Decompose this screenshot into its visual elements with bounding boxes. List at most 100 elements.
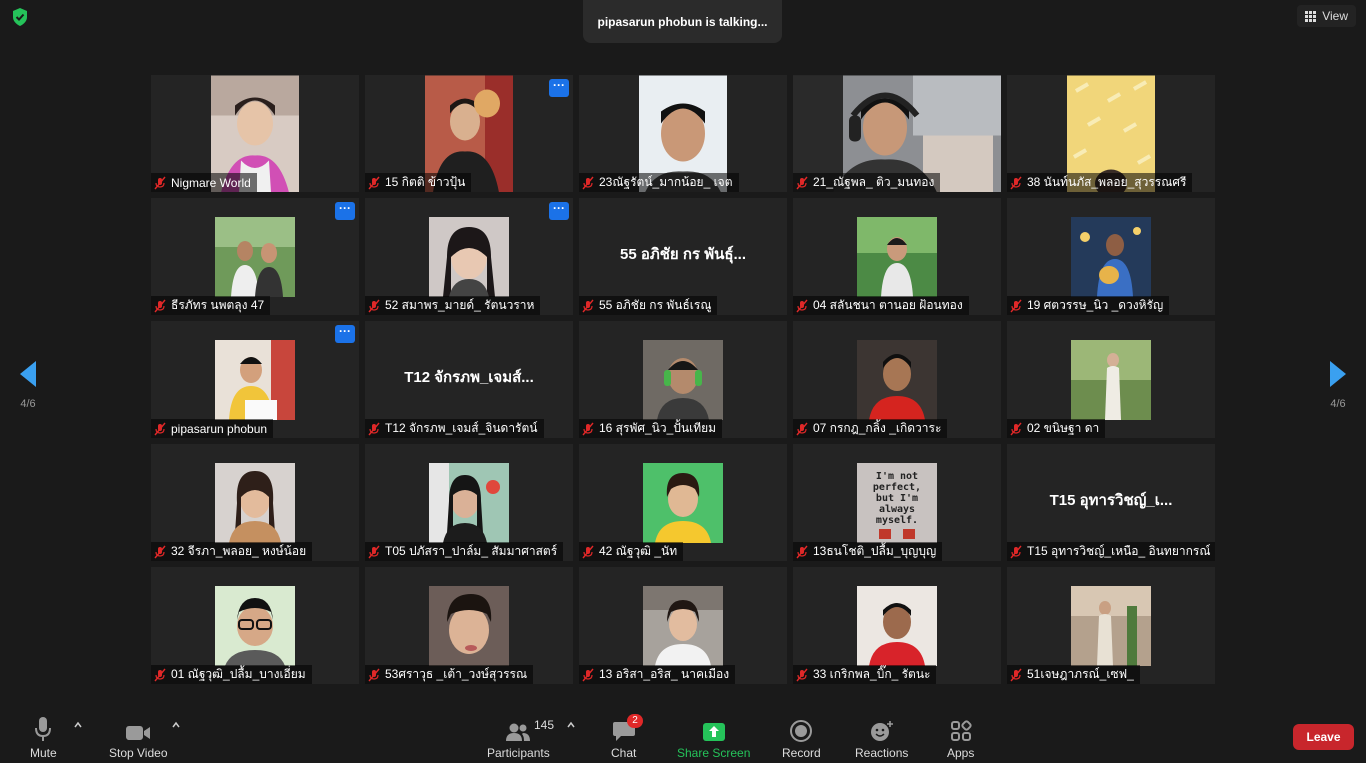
participant-tile[interactable]: 51เจษฎาภรณ์_เซฟ_: [1007, 567, 1215, 684]
video-options-caret-icon[interactable]: [171, 720, 181, 730]
reactions-label: Reactions: [855, 746, 909, 760]
participant-name: T05 ปภัสรา_ปาล์ม_ สัมมาศาสตร์: [385, 544, 558, 558]
mic-muted-icon: [154, 299, 166, 312]
arrow-left-icon: [20, 361, 36, 387]
page-indicator-right: 4/6: [1330, 398, 1346, 410]
participant-tile[interactable]: ··· pipasarun phobun: [151, 321, 359, 438]
mic-muted-icon: [582, 545, 594, 558]
previous-page-button[interactable]: 4/6: [8, 360, 48, 410]
name-bar: 13ธนโชติ_ปลื้ม_บุญบุญ: [793, 542, 943, 561]
reactions-button[interactable]: Reactions: [855, 714, 908, 760]
security-shield-icon[interactable]: [10, 7, 30, 27]
mic-muted-icon: [1010, 299, 1022, 312]
mic-muted-icon: [368, 422, 380, 435]
stop-video-button[interactable]: Stop Video: [109, 714, 168, 760]
participant-tile[interactable]: T15 อุทารวิชญ์_เ... T15 อุทารวิชญ์_เหนือ…: [1007, 444, 1215, 561]
name-bar: 33 เกริกพล_บิ๊ก_ รัตนะ: [793, 665, 937, 684]
participant-tile[interactable]: 16 สุรพัศ_นิว_ปั้นเทียม: [579, 321, 787, 438]
participant-name: 19 ศตวรรษ_นิว _ดวงหิรัญ: [1027, 298, 1164, 312]
participant-video: [215, 339, 295, 420]
mic-muted-icon: [368, 668, 380, 681]
mic-muted-icon: [582, 422, 594, 435]
name-bar: 21_ณัฐพล_ ติว_มนทอง: [793, 173, 941, 192]
page-indicator-left: 4/6: [20, 398, 36, 410]
participant-tile[interactable]: 32 จีรภา_พลอย_ หงษ์น้อย: [151, 444, 359, 561]
participant-tile[interactable]: 38 นันท์นภัส_พลอย_สุวรรณศรี: [1007, 75, 1215, 192]
participant-tile[interactable]: 55 อภิชัย กร พันธุ์... 55 อภิชัย กร พันธ…: [579, 198, 787, 315]
more-options-button[interactable]: ···: [335, 325, 355, 343]
mic-muted-icon: [154, 668, 166, 681]
more-options-button[interactable]: ···: [549, 79, 569, 97]
participant-tile[interactable]: Nigmare World: [151, 75, 359, 192]
participant-video: [1071, 216, 1151, 297]
audio-options-caret-icon[interactable]: [73, 720, 83, 730]
participants-options-caret-icon[interactable]: [566, 720, 576, 730]
name-bar: ธีรภัทร นพตลุง 47: [151, 296, 271, 315]
name-bar: T05 ปภัสรา_ปาล์ม_ สัมมาศาสตร์: [365, 542, 564, 561]
microphone-icon: [35, 717, 52, 741]
participant-video: [857, 585, 937, 666]
next-page-button[interactable]: 4/6: [1318, 360, 1358, 410]
view-button[interactable]: View: [1297, 5, 1356, 27]
participant-name: 23ณัฐรัตน์_มากน้อย_ เจต: [599, 175, 733, 189]
participant-tile[interactable]: ··· ธีรภัทร นพตลุง 47: [151, 198, 359, 315]
participant-tile[interactable]: 42 ณัฐวุฒิ _นัท: [579, 444, 787, 561]
name-bar: 15 กิตติ ข้าวปุ้น: [365, 173, 472, 192]
participants-count: 145: [534, 718, 555, 732]
name-bar: 16 สุรพัศ_นิว_ปั้นเทียม: [579, 419, 723, 438]
participant-tile[interactable]: 33 เกริกพล_บิ๊ก_ รัตนะ: [793, 567, 1001, 684]
more-options-button[interactable]: ···: [549, 202, 569, 220]
participant-display-name: 55 อภิชัย กร พันธุ์...: [620, 246, 746, 263]
stop-video-label: Stop Video: [109, 746, 168, 760]
participant-name: 55 อภิชัย กร พันธ์เรณู: [599, 298, 712, 312]
participant-name: T12 จักรภพ_เจมส์_จินดารัตน์: [385, 421, 538, 435]
gallery-grid: Nigmare World ··· 15 กิตติ ข้าวปุ้น 23ณั…: [151, 75, 1215, 684]
participant-tile[interactable]: 07 กรกฎ_กลิ้ง _เกิดวาระ: [793, 321, 1001, 438]
name-bar: 52 สมาพร_มายด์_ รัตนวราห: [365, 296, 541, 315]
participant-video: [643, 462, 723, 543]
participant-tile[interactable]: T05 ปภัสรา_ปาล์ม_ สัมมาศาสตร์: [365, 444, 573, 561]
participant-video: [215, 585, 295, 666]
participant-tile[interactable]: 13 อริสา_อริส_ นาคเมือง: [579, 567, 787, 684]
mic-muted-icon: [796, 668, 808, 681]
participant-tile[interactable]: 23ณัฐรัตน์_มากน้อย_ เจต: [579, 75, 787, 192]
participant-video: [1071, 339, 1151, 420]
participant-video: [857, 339, 937, 420]
view-label: View: [1322, 9, 1348, 23]
participant-video: [429, 216, 509, 297]
participant-tile[interactable]: 02 ขนิษฐา ดา: [1007, 321, 1215, 438]
participant-name: 15 กิตติ ข้าวปุ้น: [385, 175, 466, 189]
mic-muted-icon: [582, 668, 594, 681]
mic-muted-icon: [796, 545, 808, 558]
record-button[interactable]: Record: [782, 714, 821, 760]
participant-name: 33 เกริกพล_บิ๊ก_ รัตนะ: [813, 667, 931, 681]
apps-button[interactable]: Apps: [947, 714, 974, 760]
meeting-toolbar: Mute Stop Video Participants 145 Chat 2 …: [0, 700, 1366, 763]
participant-tile[interactable]: T12 จักรภพ_เจมส์... T12 จักรภพ_เจมส์_จิน…: [365, 321, 573, 438]
name-bar: 23ณัฐรัตน์_มากน้อย_ เจต: [579, 173, 739, 192]
participant-tile[interactable]: ··· 15 กิตติ ข้าวปุ้น: [365, 75, 573, 192]
participant-name: 21_ณัฐพล_ ติว_มนทอง: [813, 175, 935, 189]
grid-view-icon: [1305, 10, 1317, 22]
participant-video: [215, 462, 295, 543]
participant-tile[interactable]: 04 สลันชนา ตานอย ฝ้อนทอง: [793, 198, 1001, 315]
participant-name: 51เจษฎาภรณ์_เซฟ_: [1027, 667, 1134, 681]
more-options-button[interactable]: ···: [335, 202, 355, 220]
participant-tile[interactable]: I'm not perfect, but I'm always myself. …: [793, 444, 1001, 561]
smiley-reaction-icon: [870, 721, 893, 741]
participant-video: [429, 585, 509, 666]
participant-name: 04 สลันชนา ตานอย ฝ้อนทอง: [813, 298, 963, 312]
participant-tile[interactable]: 01 ณัฐวุฒิ_ปลื้ม_บางเอี่ยม: [151, 567, 359, 684]
leave-button[interactable]: Leave: [1293, 724, 1354, 750]
participant-name: 13 อริสา_อริส_ นาคเมือง: [599, 667, 730, 681]
participant-tile[interactable]: 21_ณัฐพล_ ติว_มนทอง: [793, 75, 1001, 192]
chat-label: Chat: [611, 746, 637, 760]
mute-button[interactable]: Mute: [30, 714, 57, 760]
share-screen-button[interactable]: Share Screen: [677, 714, 750, 760]
name-bar: 38 นันท์นภัส_พลอย_สุวรรณศรี: [1007, 173, 1193, 192]
mic-muted-icon: [796, 299, 808, 312]
participant-tile[interactable]: 19 ศตวรรษ_นิว _ดวงหิรัญ: [1007, 198, 1215, 315]
participant-tile[interactable]: ··· 52 สมาพร_มายด์_ รัตนวราห: [365, 198, 573, 315]
participant-tile[interactable]: 53ศราวุธ _เต้า_วงษ์สุวรรณ: [365, 567, 573, 684]
apps-icon: [950, 720, 972, 741]
